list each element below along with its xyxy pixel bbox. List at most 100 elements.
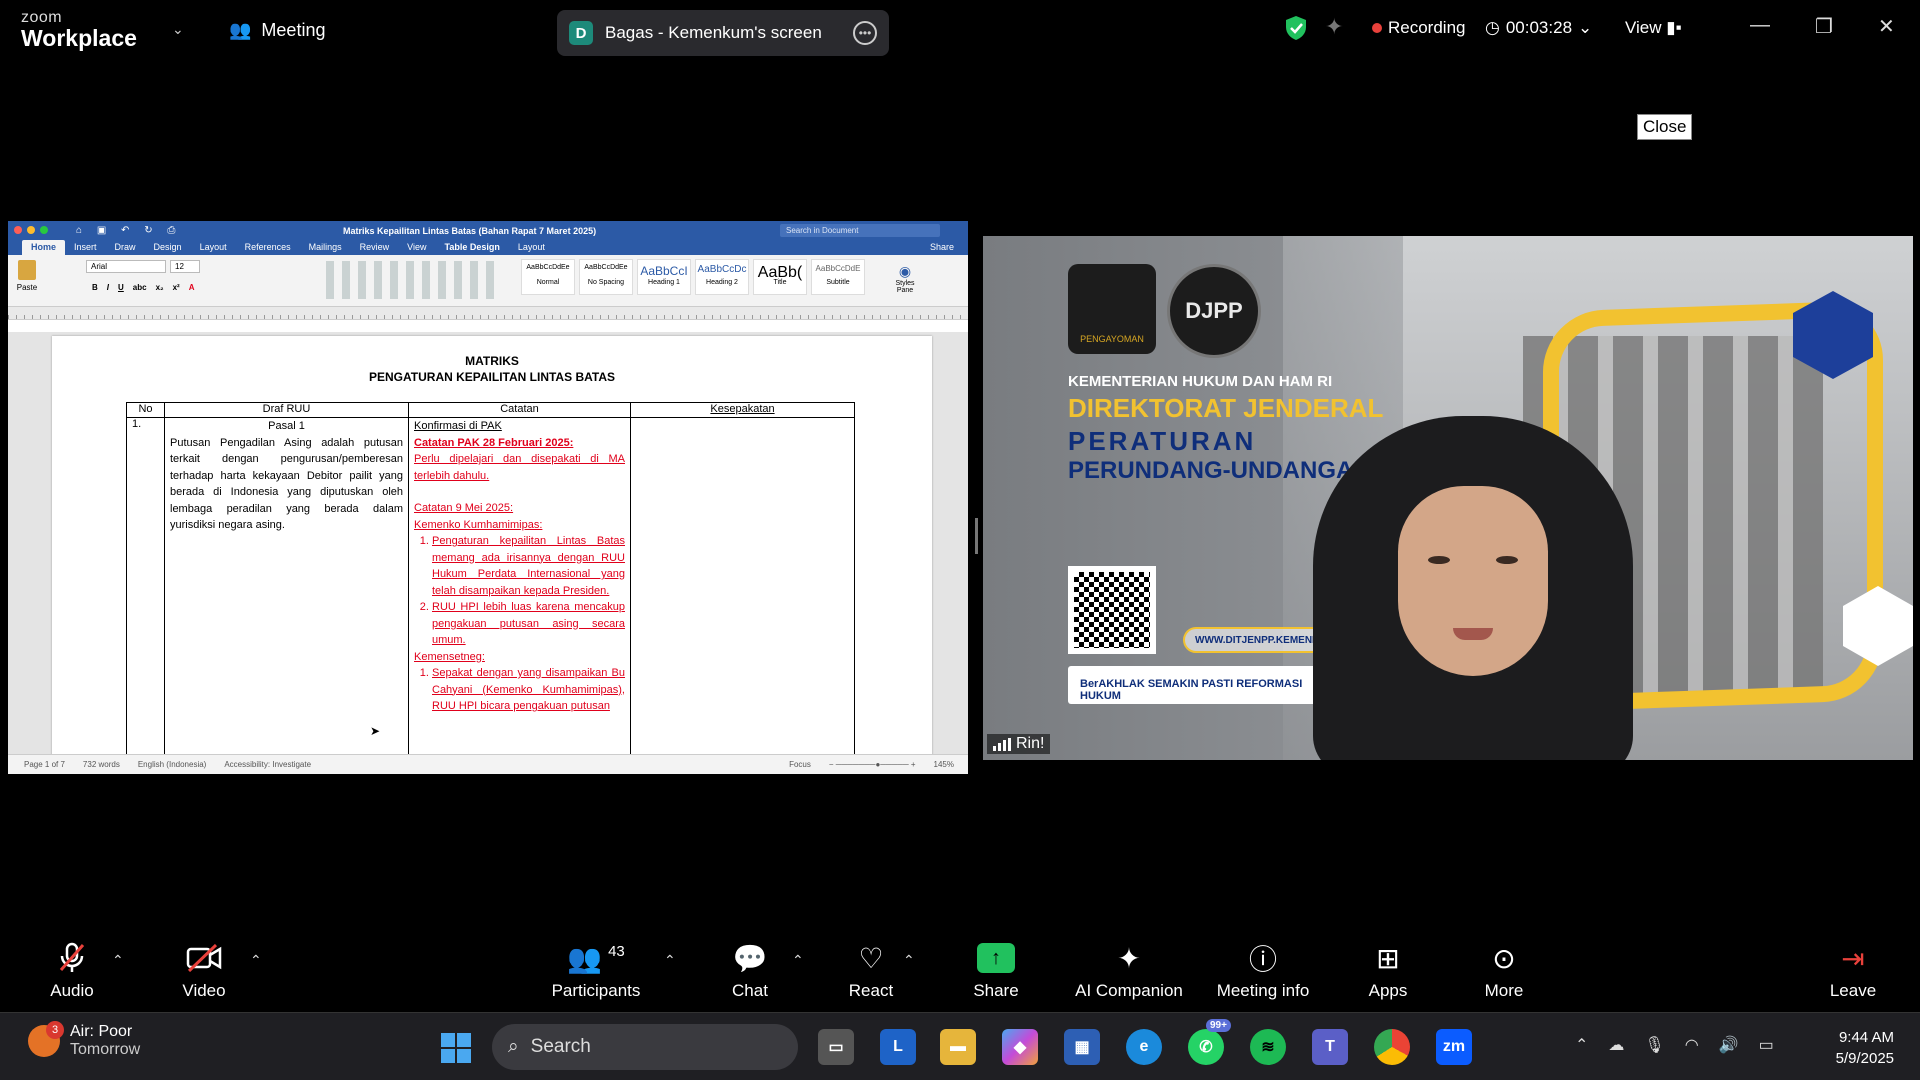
- meeting-info-button[interactable]: ⓘ Meeting info: [1213, 940, 1313, 1001]
- ribbon-tabs: Home Insert Draw Design Layout Reference…: [8, 240, 968, 255]
- meeting-timer[interactable]: ◷ 00:03:28 ⌄: [1485, 18, 1592, 38]
- edge-icon[interactable]: e: [1126, 1029, 1162, 1065]
- spotify-icon[interactable]: ≋: [1250, 1029, 1286, 1065]
- tab-insert[interactable]: Insert: [65, 240, 106, 255]
- shared-word-document[interactable]: ⌂ ▣ ↶ ↻ ⎙ Matriks Kepailitan Lintas Bata…: [8, 221, 968, 774]
- recording-indicator[interactable]: Recording: [1372, 18, 1466, 38]
- task-view-icon[interactable]: ▭: [818, 1029, 854, 1065]
- wifi-icon[interactable]: ◠: [1685, 1035, 1699, 1055]
- volume-icon[interactable]: 🔊: [1719, 1035, 1739, 1055]
- chrome-icon[interactable]: [1374, 1029, 1410, 1065]
- document-page[interactable]: MATRIKS PENGATURAN KEPAILITAN LINTAS BAT…: [52, 336, 932, 766]
- ai-companion-button[interactable]: ✦ AI Companion: [1073, 940, 1185, 1001]
- tab-table-layout[interactable]: Layout: [509, 240, 554, 255]
- zoom-app-icon[interactable]: zm: [1436, 1029, 1472, 1065]
- audio-button[interactable]: Audio: [46, 940, 98, 1001]
- encryption-shield-icon[interactable]: [1285, 15, 1307, 46]
- close-dot-icon[interactable]: [14, 226, 22, 234]
- matrix-table[interactable]: No Draf RUU Catatan Kesepakatan 1. Pasal…: [126, 402, 855, 758]
- chevron-down-icon[interactable]: ⌄: [172, 21, 184, 38]
- chevron-up-icon[interactable]: ⌃: [1575, 1035, 1588, 1055]
- participants-button[interactable]: 👥 43 Participants: [550, 940, 642, 1001]
- apps-button[interactable]: ⊞ Apps: [1364, 940, 1412, 1001]
- style-normal[interactable]: AaBbCcDdEe Normal: [521, 259, 575, 295]
- video-options-chevron-up-icon[interactable]: ⌃: [250, 952, 262, 969]
- react-button[interactable]: ♡ React: [846, 940, 896, 1001]
- weather-widget[interactable]: 3 Air: Poor Tomorrow: [28, 1021, 140, 1059]
- taskbar-search[interactable]: ⌕ Search: [492, 1024, 798, 1070]
- participant-video-tile[interactable]: PENGAYOMAN DJPP KEMENTERIAN HUKUM DAN HA…: [983, 236, 1913, 760]
- status-words[interactable]: 732 words: [83, 760, 120, 769]
- participants-chevron-up-icon[interactable]: ⌃: [664, 952, 676, 969]
- minimize-dot-icon[interactable]: [27, 226, 35, 234]
- horizontal-ruler[interactable]: [8, 307, 968, 320]
- tab-layout[interactable]: Layout: [191, 240, 236, 255]
- status-focus[interactable]: Focus: [789, 760, 811, 769]
- battery-icon[interactable]: ▭: [1759, 1035, 1774, 1055]
- microphone-icon[interactable]: 🎙: [1644, 1035, 1664, 1055]
- ai-sparkle-icon: ✦: [1117, 942, 1141, 974]
- quick-access-icons[interactable]: ⌂ ▣ ↶ ↻ ⎙: [76, 225, 181, 236]
- restore-icon[interactable]: ❐: [1815, 14, 1833, 39]
- style-no-spacing[interactable]: AaBbCcDdEe No Spacing: [579, 259, 633, 295]
- screen-share-indicator[interactable]: D Bagas - Kemenkum's screen •••: [557, 10, 889, 56]
- audio-options-chevron-up-icon[interactable]: ⌃: [112, 952, 124, 969]
- styles-pane-button[interactable]: ◉ Styles Pane: [890, 263, 920, 294]
- status-language[interactable]: English (Indonesia): [138, 760, 206, 769]
- share-button[interactable]: ↑ Share: [970, 940, 1022, 1001]
- font-size-select[interactable]: 12: [170, 260, 200, 273]
- share-doc-button[interactable]: Share: [921, 240, 968, 255]
- more-label: More: [1484, 981, 1524, 1000]
- video-button[interactable]: Video: [178, 940, 230, 1001]
- tab-review[interactable]: Review: [351, 240, 399, 255]
- view-menu[interactable]: View ▮▪: [1625, 18, 1682, 38]
- whatsapp-icon[interactable]: ✆ 99+: [1188, 1019, 1231, 1065]
- tab-design[interactable]: Design: [145, 240, 191, 255]
- more-button[interactable]: ⊙ More: [1480, 940, 1528, 1001]
- minimize-icon[interactable]: —: [1750, 14, 1770, 37]
- status-zoom[interactable]: 145%: [934, 760, 968, 769]
- copilot-icon[interactable]: ◆: [1002, 1029, 1038, 1065]
- react-chevron-up-icon[interactable]: ⌃: [903, 952, 915, 969]
- status-accessibility[interactable]: Accessibility: Investigate: [224, 760, 311, 769]
- leave-button[interactable]: ⇥ Leave: [1829, 940, 1877, 1001]
- file-explorer-icon[interactable]: ▬: [940, 1029, 976, 1065]
- info-label: Meeting info: [1216, 981, 1310, 1000]
- style-heading-1[interactable]: AaBbCcI Heading 1: [637, 259, 691, 295]
- style-title[interactable]: AaBb(Title: [753, 259, 807, 295]
- taskbar-clock[interactable]: 9:44 AM 5/9/2025: [1814, 1027, 1894, 1069]
- onedrive-icon[interactable]: ☁: [1608, 1035, 1624, 1055]
- tab-mailings[interactable]: Mailings: [300, 240, 351, 255]
- paste-button[interactable]: Paste: [16, 260, 38, 300]
- status-page[interactable]: Page 1 of 7: [24, 760, 65, 769]
- close-window-icon[interactable]: ✕: [1878, 14, 1895, 39]
- heading-pengaturan: PENGATURAN KEPAILITAN LINTAS BATAS: [369, 370, 615, 384]
- tab-references[interactable]: References: [236, 240, 300, 255]
- paragraph-controls[interactable]: [326, 261, 496, 299]
- chat-chevron-up-icon[interactable]: ⌃: [792, 952, 804, 969]
- windows-start-icon[interactable]: [441, 1033, 471, 1063]
- zoom-dot-icon[interactable]: [40, 226, 48, 234]
- zoom-slider[interactable]: − ───────●───── +: [829, 760, 916, 769]
- document-search-input[interactable]: Search in Document: [780, 224, 940, 237]
- style-heading-2[interactable]: AaBbCcDc Heading 2: [695, 259, 749, 295]
- tab-draw[interactable]: Draw: [106, 240, 145, 255]
- split-view-handle[interactable]: [975, 518, 978, 554]
- participant-name-tag: Rin!: [987, 734, 1051, 754]
- document-canvas[interactable]: MATRIKS PENGATURAN KEPAILITAN LINTAS BAT…: [8, 332, 968, 766]
- leave-label: Leave: [1829, 981, 1877, 1000]
- tab-table-design[interactable]: Table Design: [436, 240, 509, 255]
- more-options-icon[interactable]: •••: [853, 21, 877, 45]
- lync-icon[interactable]: L: [880, 1029, 916, 1065]
- microsoft-store-icon[interactable]: ▦: [1064, 1029, 1100, 1065]
- tab-view[interactable]: View: [398, 240, 435, 255]
- style-subtitle[interactable]: AaBbCcDdE Subtitle: [811, 259, 865, 295]
- format-buttons[interactable]: B I Uabc x₂ x² A: [92, 283, 195, 292]
- font-name-select[interactable]: Arial: [86, 260, 166, 273]
- table-row[interactable]: 1. Pasal 1 Putusan Pengadilan Asing adal…: [126, 417, 855, 758]
- tab-home[interactable]: Home: [22, 240, 66, 255]
- teams-icon[interactable]: T: [1312, 1029, 1348, 1065]
- ai-sparkle-icon[interactable]: ✦: [1325, 14, 1343, 40]
- chat-button[interactable]: 💬 Chat: [728, 940, 772, 1001]
- meeting-menu[interactable]: 👥 Meeting: [229, 20, 325, 41]
